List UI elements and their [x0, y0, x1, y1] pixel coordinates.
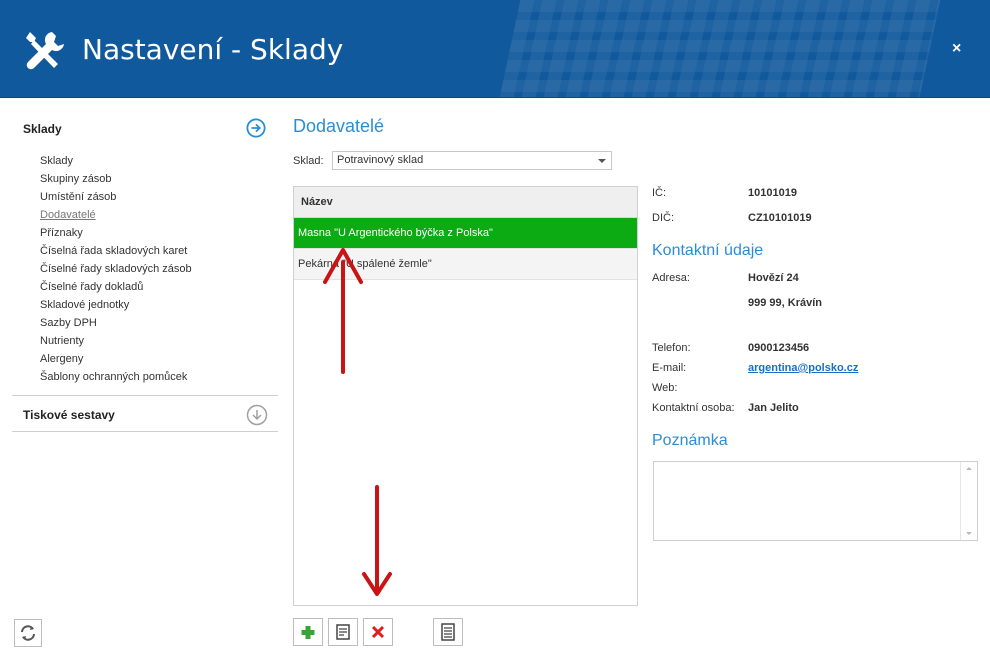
sklad-label: Sklad:	[293, 155, 324, 167]
delete-icon	[371, 625, 385, 639]
refresh-button[interactable]	[14, 619, 42, 647]
sidebar-section-tiskove-sestavy[interactable]: Tiskové sestavy	[12, 401, 278, 429]
contact-person-value: Jan Jelito	[748, 402, 799, 414]
email-label: E-mail:	[652, 362, 687, 374]
header-pattern	[499, 0, 941, 97]
sidebar-item-umisteni-zasob[interactable]: Umístění zásob	[12, 188, 278, 206]
chevron-down-icon	[598, 159, 606, 163]
dic-value: CZ10101019	[748, 212, 812, 224]
plus-icon	[301, 626, 315, 639]
sidebar-item-sklady[interactable]: Sklady	[12, 152, 278, 170]
sidebar-item-ciselna-rada-karet[interactable]: Číselná řada skladových karet	[12, 242, 278, 260]
sidebar-item-ciselne-rady-zasob[interactable]: Číselné řady skladových zásob	[12, 260, 278, 278]
page-title: Dodavatelé	[293, 116, 385, 136]
close-icon[interactable]: ×	[952, 40, 961, 58]
window-title: Nastavení - Sklady	[82, 33, 344, 66]
ic-value: 10101019	[748, 187, 797, 199]
sidebar-item-nutrienty[interactable]: Nutrienty	[12, 332, 278, 350]
arrow-down-circle-icon[interactable]	[246, 404, 268, 426]
sidebar-item-ciselne-rady-dokladu[interactable]: Číselné řady dokladů	[12, 278, 278, 296]
sidebar-section-label: Tiskové sestavy	[23, 408, 115, 422]
arrow-right-circle-icon[interactable]	[246, 118, 266, 138]
phone-value: 0900123456	[748, 342, 810, 354]
web-label: Web:	[652, 382, 678, 394]
sklad-select-value: Potravinový sklad	[337, 154, 424, 166]
sidebar-item-skladove-jednotky[interactable]: Skladové jednotky	[12, 296, 278, 314]
grid-column-header[interactable]: Název	[294, 187, 637, 218]
sidebar: Sklady Sklady Skupiny zásob Umístění zás…	[12, 114, 278, 386]
table-row[interactable]: Pekárna "U spálené žemle"	[294, 249, 637, 280]
sidebar-divider	[12, 395, 278, 396]
note-heading: Poznámka	[652, 432, 728, 449]
contact-heading: Kontaktní údaje	[652, 242, 764, 259]
address-line2: 999 99, Krávín	[748, 297, 822, 309]
scroll-arrows-icon	[966, 467, 972, 535]
dic-label: DIČ:	[652, 212, 674, 224]
sidebar-item-skupiny-zasob[interactable]: Skupiny zásob	[12, 170, 278, 188]
report-button[interactable]	[433, 618, 463, 646]
refresh-icon	[21, 625, 35, 641]
document-icon	[441, 623, 455, 641]
sidebar-item-alergeny[interactable]: Alergeny	[12, 350, 278, 368]
add-button[interactable]	[293, 618, 323, 646]
tools-icon	[26, 32, 64, 70]
sidebar-section-label: Sklady	[23, 122, 62, 136]
email-link[interactable]: argentina@polsko.cz	[748, 362, 858, 374]
sidebar-item-dodavatele[interactable]: Dodavatelé	[12, 206, 278, 224]
edit-button[interactable]	[328, 618, 358, 646]
header-border	[0, 97, 990, 98]
note-scrollbar[interactable]	[960, 462, 977, 540]
sidebar-item-sablony-pomucek[interactable]: Šablony ochranných pomůcek	[12, 368, 278, 386]
contact-person-label: Kontaktní osoba:	[652, 402, 735, 414]
address-label: Adresa:	[652, 272, 690, 284]
delete-button[interactable]	[363, 618, 393, 646]
address-line1: Hovězí 24	[748, 272, 799, 284]
sidebar-section-sklady[interactable]: Sklady	[12, 114, 278, 142]
phone-label: Telefon:	[652, 342, 691, 354]
sidebar-item-priznaky[interactable]: Příznaky	[12, 224, 278, 242]
window-header: Nastavení - Sklady ×	[0, 0, 990, 97]
table-row[interactable]: Masna "U Argentického býčka z Polska"	[294, 218, 637, 249]
sidebar-divider	[12, 431, 278, 432]
sidebar-list: Sklady Skupiny zásob Umístění zásob Doda…	[12, 152, 278, 386]
sidebar-item-sazby-dph[interactable]: Sazby DPH	[12, 314, 278, 332]
ic-label: IČ:	[652, 187, 667, 199]
sklad-select[interactable]: Potravinový sklad	[332, 151, 612, 170]
edit-document-icon	[336, 624, 350, 640]
suppliers-grid: Název Masna "U Argentického býčka z Pols…	[293, 186, 638, 606]
note-textarea[interactable]	[653, 461, 978, 541]
